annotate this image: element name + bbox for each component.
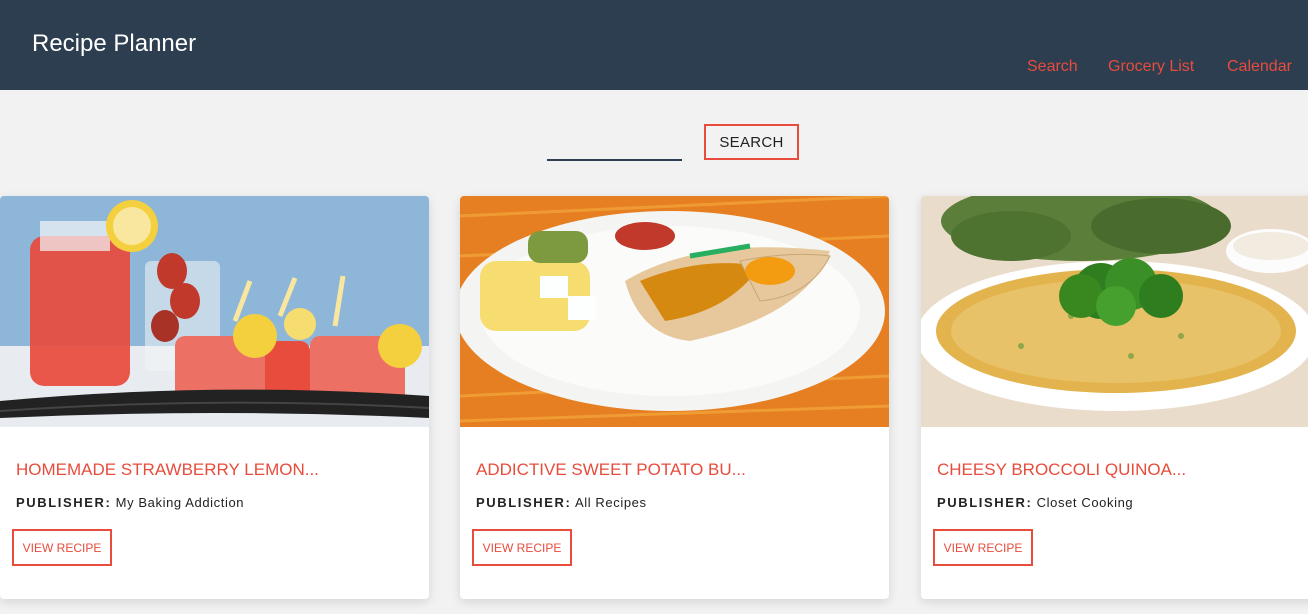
recipe-image-sweet-potato-burrito (460, 196, 889, 427)
recipe-publisher: PUBLISHER: My Baking Addiction (16, 495, 244, 511)
recipe-title: CHEESY BROCCOLI QUINOA... (937, 460, 1187, 479)
app-title: Recipe Planner (32, 30, 197, 57)
nav-link-search[interactable]: Search (1027, 58, 1078, 76)
publisher-name: Closet Cooking (1036, 495, 1134, 510)
recipe-title: ADDICTIVE SWEET POTATO BU... (476, 460, 746, 479)
recipe-card: HOMEMADE STRAWBERRY LEMON... PUBLISHER: … (0, 196, 429, 599)
recipe-card: CHEESY BROCCOLI QUINOA... PUBLISHER: Clo… (921, 196, 1308, 599)
publisher-name: My Baking Addiction (115, 495, 245, 510)
recipe-title: HOMEMADE STRAWBERRY LEMON... (16, 460, 319, 479)
recipe-publisher: PUBLISHER: All Recipes (476, 495, 647, 511)
view-recipe-button[interactable]: VIEW RECIPE (933, 529, 1033, 566)
nav-link-calendar[interactable]: Calendar (1227, 58, 1292, 76)
search-input[interactable] (547, 134, 682, 161)
publisher-label: PUBLISHER: (16, 495, 112, 510)
search-button[interactable]: SEARCH (704, 124, 799, 160)
app-header: Recipe Planner Search Grocery List Calen… (0, 0, 1308, 90)
publisher-name: All Recipes (574, 495, 647, 510)
recipe-card: ADDICTIVE SWEET POTATO BU... PUBLISHER: … (460, 196, 889, 599)
publisher-label: PUBLISHER: (937, 495, 1033, 510)
recipe-image-strawberry-lemonade (0, 196, 429, 427)
view-recipe-button[interactable]: VIEW RECIPE (12, 529, 112, 566)
nav-link-grocery-list[interactable]: Grocery List (1108, 58, 1194, 76)
view-recipe-button[interactable]: VIEW RECIPE (472, 529, 572, 566)
recipe-publisher: PUBLISHER: Closet Cooking (937, 495, 1133, 511)
recipe-image-broccoli-quinoa (921, 196, 1308, 427)
publisher-label: PUBLISHER: (476, 495, 572, 510)
